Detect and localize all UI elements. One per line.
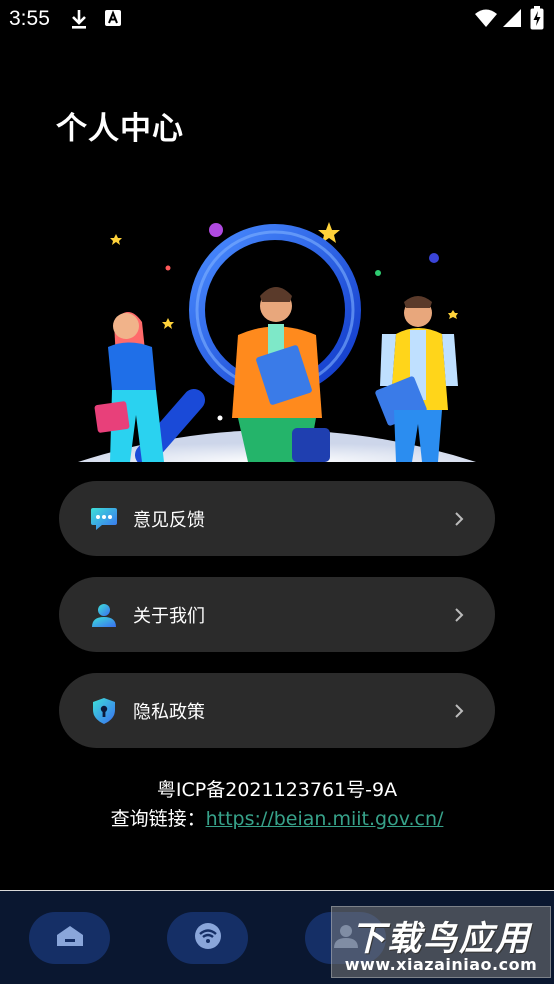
tab-home[interactable] — [29, 912, 110, 964]
query-link[interactable]: https://beian.miit.gov.cn/ — [206, 808, 444, 830]
watermark: 下载鸟应用 www.xiazainiao.com — [331, 906, 551, 978]
icp-record: 粤ICP备2021123761号-9A — [156, 779, 398, 801]
download-icon — [69, 8, 89, 34]
menu-item-label: 关于我们 — [133, 605, 205, 627]
status-time: 3:55 — [9, 7, 50, 30]
wifi-icon — [193, 923, 223, 953]
watermark-url: www.xiazainiao.com — [344, 955, 538, 974]
menu-item-label: 意见反馈 — [133, 509, 205, 531]
chevron-right-icon — [453, 511, 465, 527]
query-link-label: 查询链接： — [110, 808, 206, 830]
menu-item-privacy-policy[interactable]: 隐私政策 — [59, 673, 495, 748]
privacy-shield-icon — [89, 696, 119, 726]
page-title: 个人中心 — [56, 111, 184, 147]
menu-item-feedback[interactable]: 意见反馈 — [59, 481, 495, 556]
user-profile-icon — [89, 600, 119, 630]
signal-icon — [502, 8, 522, 32]
hero-illustration — [76, 210, 478, 466]
feedback-chat-icon — [89, 504, 119, 534]
chevron-right-icon — [453, 607, 465, 623]
wifi-icon — [474, 8, 498, 32]
status-bar: 3:55 — [0, 0, 554, 38]
menu-item-label: 隐私政策 — [133, 701, 205, 723]
battery-charging-icon — [530, 6, 544, 34]
menu-item-about-us[interactable]: 关于我们 — [59, 577, 495, 652]
text-a-icon — [104, 8, 122, 32]
tab-wifi[interactable] — [167, 912, 248, 964]
watermark-title: 下载鸟应用 — [351, 919, 531, 959]
home-icon — [56, 924, 84, 952]
query-link-row: 查询链接：https://beian.miit.gov.cn/ — [0, 804, 554, 831]
chevron-right-icon — [453, 703, 465, 719]
